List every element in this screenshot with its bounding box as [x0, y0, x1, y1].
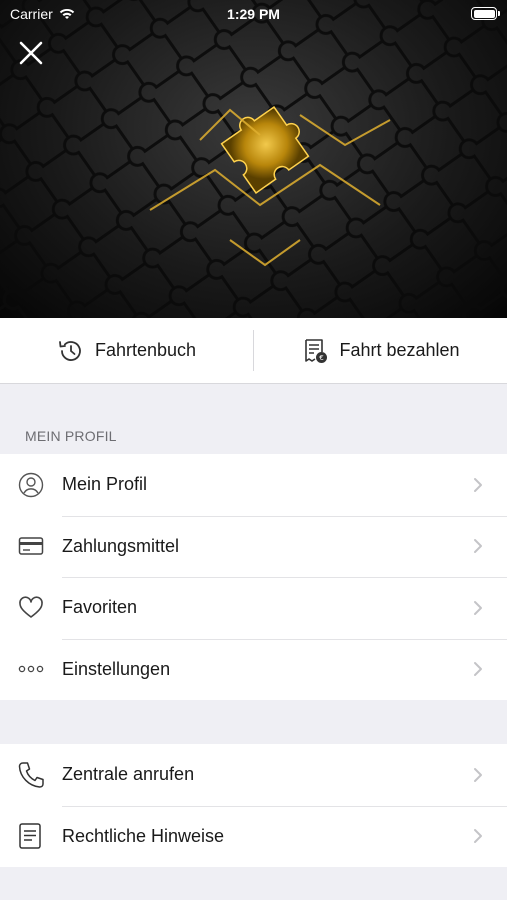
profile-menu-group: Mein Profil Zahlungsmittel Favoriten Ein…	[0, 454, 507, 700]
puzzle-artwork	[0, 0, 507, 318]
quick-actions-bar: Fahrtenbuch € Fahrt bezahlen	[0, 318, 507, 384]
menu-item-label: Zentrale anrufen	[62, 764, 195, 785]
svg-text:€: €	[320, 354, 324, 362]
menu-item-profile[interactable]: Mein Profil	[0, 454, 507, 516]
close-button[interactable]	[14, 36, 48, 70]
menu-item-legal[interactable]: Rechtliche Hinweise	[0, 805, 507, 868]
menu-item-label: Einstellungen	[62, 658, 171, 679]
clock: 1:29 PM	[227, 6, 280, 22]
document-icon	[19, 823, 41, 849]
history-icon	[59, 340, 81, 361]
close-icon	[19, 41, 43, 65]
menu-item-label: Mein Profil	[62, 474, 148, 495]
section-header-profile: MEIN PROFIL	[25, 428, 117, 444]
support-menu-group: Zentrale anrufen Rechtliche Hinweise	[0, 744, 507, 867]
more-dots-icon-wrap	[0, 664, 62, 674]
pay-ride-icon: €	[305, 338, 328, 363]
battery-icon	[471, 7, 500, 20]
heart-icon-wrap	[0, 596, 62, 620]
pay-ride-label: Fahrt bezahlen	[339, 340, 460, 360]
menu-item-label: Zahlungsmittel	[62, 535, 180, 556]
chevron-right-icon	[474, 767, 482, 782]
trip-log-button[interactable]: Fahrtenbuch	[0, 318, 253, 383]
menu-item-label: Favoriten	[62, 597, 138, 618]
chevron-right-icon	[474, 600, 482, 615]
menu-item-settings[interactable]: Einstellungen	[0, 638, 507, 701]
pay-ride-button[interactable]: € Fahrt bezahlen	[254, 318, 507, 383]
phone-icon	[18, 762, 44, 788]
status-bar: Carrier 1:29 PM	[0, 0, 507, 30]
credit-card-icon-wrap	[0, 535, 62, 557]
chevron-right-icon	[474, 539, 482, 554]
phone-icon-wrap	[0, 761, 62, 789]
user-icon	[18, 472, 44, 497]
heart-icon	[19, 596, 43, 618]
menu-item-favorites[interactable]: Favoriten	[0, 577, 507, 639]
menu-item-call-dispatch[interactable]: Zentrale anrufen	[0, 744, 507, 806]
user-icon-wrap	[0, 472, 62, 498]
hero-image	[0, 0, 507, 318]
chevron-right-icon	[474, 477, 482, 492]
menu-item-label: Rechtliche Hinweise	[62, 825, 225, 846]
chevron-right-icon	[474, 662, 482, 677]
credit-card-icon	[18, 537, 44, 555]
menu-item-payment[interactable]: Zahlungsmittel	[0, 515, 507, 578]
more-dots-icon	[18, 666, 44, 673]
chevron-right-icon	[474, 829, 482, 844]
document-icon-wrap	[0, 822, 62, 850]
trip-log-label: Fahrtenbuch	[94, 340, 197, 360]
